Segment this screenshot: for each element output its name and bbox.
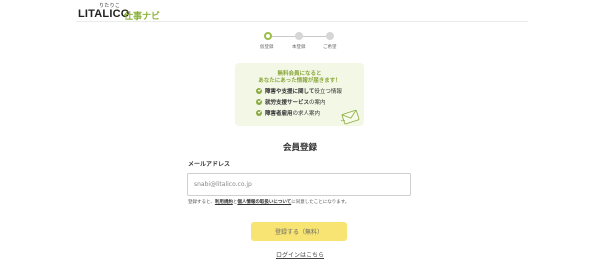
benefits-headline: あなたにあった情報が届きます！ <box>258 78 341 84</box>
benefit-emphasis: 障害者雇用 <box>265 111 293 117</box>
member-benefits-box: 無料会員になると あなたにあった情報が届きます！ 障害や支援に関して 役立つ情報 … <box>235 63 364 126</box>
benefit-text: の案内 <box>309 100 326 106</box>
terms-notice: 登録すると、利用規約と個人情報の取扱いについてに同意したことになります。 <box>188 199 349 205</box>
benefit-text: 役立つ情報 <box>314 89 342 95</box>
check-icon <box>256 110 262 116</box>
form-title: 会員登録 <box>282 143 317 153</box>
benefit-emphasis: 障害や支援に関して <box>265 89 315 95</box>
email-label: メールアドレス <box>188 161 231 168</box>
step-label: 仮登録 <box>260 45 274 50</box>
terms-text: 登録すると、 <box>188 200 215 205</box>
benefit-item: 就労支援サービス の案内 <box>256 98 326 106</box>
terms-text: に同意したことになります。 <box>291 200 350 205</box>
privacy-policy-link[interactable]: 個人情報の取扱いについて <box>237 200 291 205</box>
header-divider <box>76 21 528 22</box>
step-label: ご希望 <box>323 45 337 50</box>
site-header: りたりこ LITALICO 仕事ナビ <box>0 0 600 24</box>
step-dot <box>326 32 334 40</box>
benefit-item: 障害や支援に関して 役立つ情報 <box>256 87 342 95</box>
login-link[interactable]: ログインはこちら <box>276 252 324 259</box>
envelope-icon <box>340 109 360 125</box>
benefit-item: 障害者雇用 の求人案内 <box>256 109 320 117</box>
check-icon <box>256 88 262 94</box>
step-label: 本登録 <box>292 45 306 50</box>
email-input[interactable] <box>187 173 411 196</box>
check-icon <box>256 99 262 105</box>
benefit-emphasis: 就労支援サービス <box>265 100 310 106</box>
step-dot <box>295 32 303 40</box>
step-dot-current <box>264 32 272 40</box>
login-link-wrapper: ログインはこちら <box>0 250 600 259</box>
logo-text: LITALICO <box>78 8 130 20</box>
benefit-text: の求人案内 <box>292 111 321 117</box>
terms-of-use-link[interactable]: 利用規約 <box>215 200 233 205</box>
register-button[interactable]: 登録する（無料） <box>251 222 347 241</box>
registration-steps: 仮登録 本登録 ご希望 <box>260 31 342 51</box>
